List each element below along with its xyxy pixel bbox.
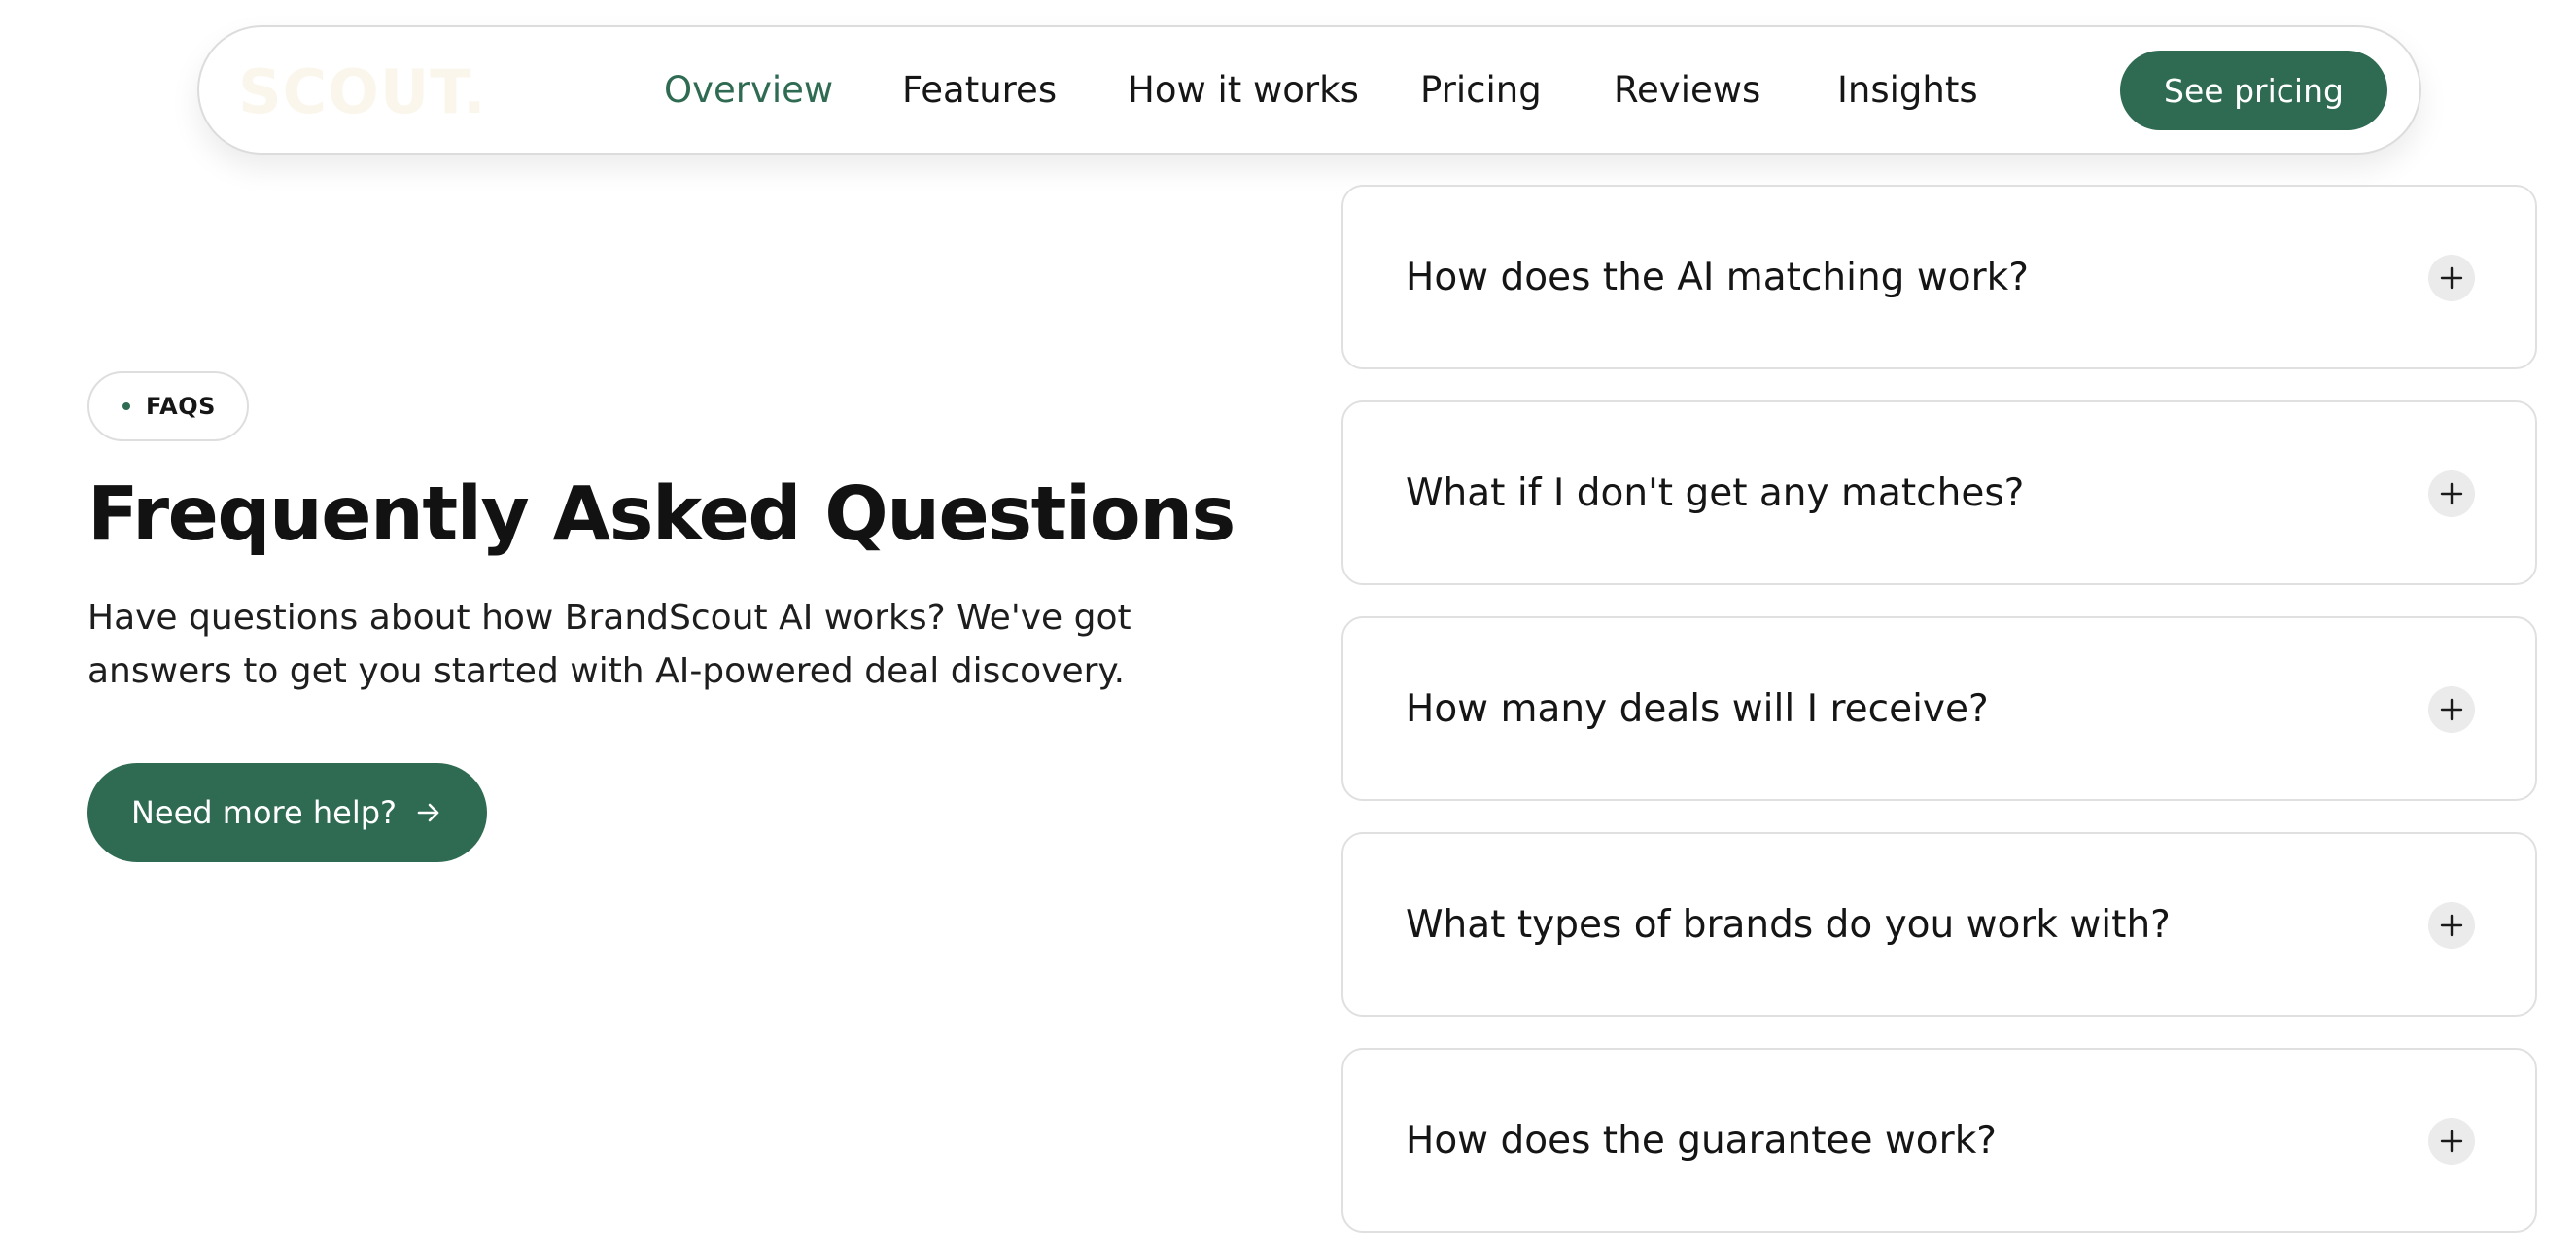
faq-item[interactable]: What types of brands do you work with? (1341, 832, 2537, 1017)
faq-description: Have questions about how BrandScout AI w… (87, 598, 1131, 691)
faq-question: What if I don't get any matches? (1406, 470, 2025, 515)
badge-dot-icon (122, 402, 130, 410)
plus-icon[interactable] (2428, 255, 2475, 301)
faq-item[interactable]: How does the AI matching work? (1341, 185, 2537, 369)
plus-icon[interactable] (2428, 470, 2475, 517)
faq-page: SCOUT. Overview Features How it works Pr… (0, 0, 2576, 1252)
faq-item[interactable]: How many deals will I receive? (1341, 616, 2537, 801)
faq-question: What types of brands do you work with? (1406, 902, 2171, 947)
faq-question: How does the AI matching work? (1406, 255, 2029, 299)
nav-link-overview[interactable]: Overview (664, 68, 833, 113)
nav-links: Overview Features How it works Pricing R… (199, 27, 2419, 153)
plus-icon[interactable] (2428, 686, 2475, 733)
help-button-label: Need more help? (130, 794, 397, 831)
faq-item[interactable]: How does the guarantee work? (1341, 1048, 2537, 1233)
arrow-right-icon (417, 803, 439, 822)
need-more-help-button[interactable]: Need more help? (87, 763, 487, 862)
faq-question: How many deals will I receive? (1406, 686, 1989, 731)
see-pricing-button[interactable]: See pricing (2120, 51, 2387, 130)
nav-link-pricing[interactable]: Pricing (1420, 68, 1542, 113)
faqs-badge: FAQS (87, 371, 249, 441)
badge-label: FAQS (146, 393, 216, 420)
nav-link-features[interactable]: Features (902, 68, 1057, 113)
nav-link-reviews[interactable]: Reviews (1614, 68, 1760, 113)
plus-icon[interactable] (2428, 1118, 2475, 1165)
nav-link-insights[interactable]: Insights (1837, 68, 1978, 113)
top-nav: SCOUT. Overview Features How it works Pr… (197, 25, 2421, 155)
page-title: Frequently Asked Questions (87, 471, 1236, 558)
plus-icon[interactable] (2428, 902, 2475, 949)
faq-question: How does the guarantee work? (1406, 1118, 1997, 1163)
faq-item[interactable]: What if I don't get any matches? (1341, 400, 2537, 585)
nav-link-how-it-works[interactable]: How it works (1128, 68, 1359, 113)
